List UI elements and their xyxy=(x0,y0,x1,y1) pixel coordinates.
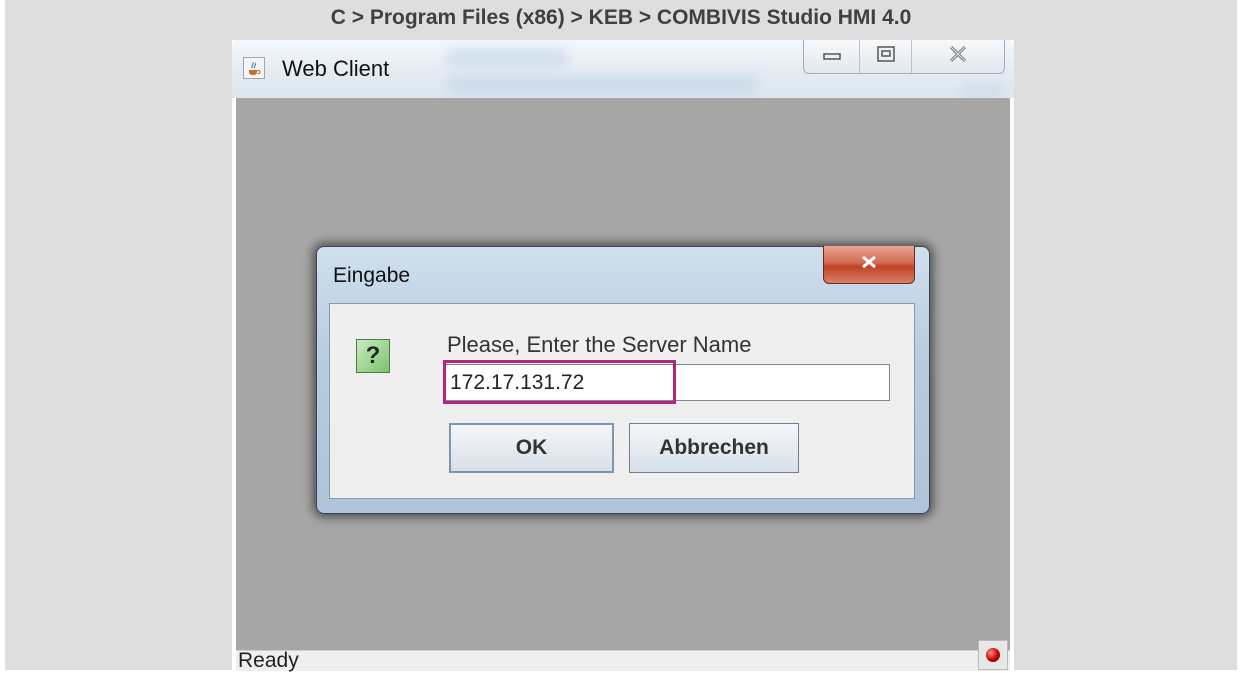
dialog-body: ? Please, Enter the Server Name OK Abbre… xyxy=(329,303,915,499)
dialog-close-button[interactable] xyxy=(823,246,915,284)
maximize-button[interactable] xyxy=(860,40,912,73)
ok-button[interactable]: OK xyxy=(449,423,614,473)
blurred-background xyxy=(447,76,757,94)
close-icon xyxy=(948,45,968,68)
breadcrumb: C > Program Files (x86) > KEB > COMBIVIS… xyxy=(330,6,912,29)
maximize-icon xyxy=(876,46,895,67)
eingabe-dialog: Eingabe ? Please, Enter the Server Name … xyxy=(316,246,930,514)
window-title: Web Client xyxy=(282,56,390,81)
server-name-input[interactable] xyxy=(445,364,890,401)
close-button[interactable] xyxy=(912,40,1004,73)
minimize-button[interactable] xyxy=(804,40,860,73)
cancel-button[interactable]: Abbrechen xyxy=(629,423,799,473)
status-text: Ready xyxy=(238,649,299,672)
dialog-title: Eingabe xyxy=(333,264,411,287)
red-led-icon xyxy=(978,640,1008,670)
window-controls xyxy=(803,40,1005,74)
java-cup-icon xyxy=(243,57,265,79)
blurred-background xyxy=(447,50,567,66)
window-titlebar[interactable]: Web Client xyxy=(232,40,1014,98)
prompt-label: Please, Enter the Server Name xyxy=(447,332,752,357)
statusbar: Ready xyxy=(236,640,1010,672)
blurred-background xyxy=(962,84,1002,96)
question-icon: ? xyxy=(356,339,390,373)
close-icon xyxy=(860,255,878,274)
minimize-icon xyxy=(822,48,841,66)
